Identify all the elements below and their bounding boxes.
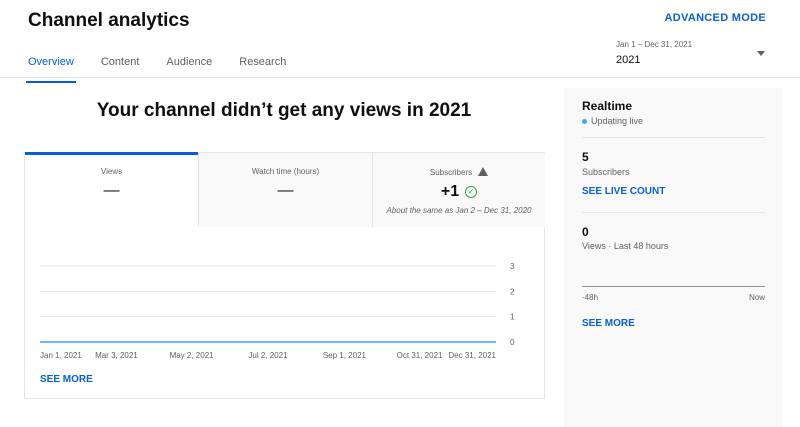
metric-subscribers[interactable]: Subscribers +1 ✓ About the same as Jan 2 … xyxy=(372,153,545,227)
realtime-see-more-button[interactable]: SEE MORE xyxy=(582,318,635,329)
date-range-text: Jan 1 – Dec 31, 2021 xyxy=(616,40,693,49)
chart-x-tick-label: Jan 1, 2021 xyxy=(40,351,82,360)
tab-content[interactable]: Content xyxy=(101,56,140,76)
tab-research[interactable]: Research xyxy=(239,56,286,76)
metric-value: — xyxy=(277,182,294,199)
subscriber-count: 5 xyxy=(582,150,589,164)
metric-views[interactable]: Views — xyxy=(25,152,198,227)
realtime-status-text: Updating live xyxy=(591,116,644,126)
subscriber-label: Subscribers xyxy=(582,167,630,177)
chart-x-tick-label: Oct 31, 2021 xyxy=(397,351,443,360)
header-divider xyxy=(0,77,800,78)
tab-audience[interactable]: Audience xyxy=(166,56,212,76)
metric-value-row: +1 ✓ xyxy=(373,183,545,201)
realtime-chart-axis xyxy=(582,286,765,287)
live-dot-icon xyxy=(582,118,587,124)
realtime-panel: Realtime Updating live 5 Subscribers SEE… xyxy=(564,88,782,427)
chart-x-tick-label: Dec 31, 2021 xyxy=(448,351,496,360)
chart-x-tick-label: Mar 3, 2021 xyxy=(95,351,138,360)
views-chart: 0 1 2 3 Jan 1, 2021 Mar 3, 2021 May 2, 2021 Ju… xyxy=(40,262,515,360)
realtime-status: Updating live xyxy=(582,116,643,126)
page-title: Channel analytics xyxy=(28,10,190,31)
empty-state-headline: Your channel didn’t get any views in 202… xyxy=(96,100,472,121)
realtime-axis-end: Now xyxy=(748,293,765,302)
see-more-button[interactable]: SEE MORE xyxy=(40,374,93,385)
date-range-picker[interactable]: Jan 1 – Dec 31, 2021 2021 xyxy=(616,40,768,68)
chart-y-tick-label: 0 xyxy=(510,338,515,347)
warning-icon[interactable] xyxy=(478,167,489,176)
chart-x-tick-label: May 2, 2021 xyxy=(170,351,215,360)
date-range-value: 2021 xyxy=(616,54,641,66)
metric-label: Views xyxy=(100,167,123,176)
metric-label: Watch time (hours) xyxy=(251,167,320,176)
realtime-views-label: Views · Last 48 hours xyxy=(582,241,669,251)
metric-value: — xyxy=(103,182,120,199)
advanced-mode-button[interactable]: ADVANCED MODE xyxy=(665,12,766,24)
realtime-title: Realtime xyxy=(582,99,633,113)
tab-overview[interactable]: Overview xyxy=(26,56,76,83)
chevron-down-icon xyxy=(757,51,765,56)
divider xyxy=(582,212,765,213)
realtime-axis-start: -48h xyxy=(582,293,599,302)
metric-value: +1 xyxy=(440,183,460,200)
chart-y-tick-label: 3 xyxy=(510,262,515,271)
metric-label: Subscribers xyxy=(429,168,473,177)
metric-watch-time[interactable]: Watch time (hours) — xyxy=(198,153,372,227)
realtime-views-count: 0 xyxy=(582,225,589,239)
check-circle-icon: ✓ xyxy=(465,186,478,198)
divider xyxy=(582,137,765,138)
metric-comparison-note: About the same as Jan 2 – Dec 31, 2020 xyxy=(386,206,532,215)
chart-y-tick-label: 2 xyxy=(510,287,515,296)
chart-y-tick-label: 1 xyxy=(510,313,515,322)
chart-x-tick-label: Sep 1, 2021 xyxy=(323,351,367,360)
tab-bar: Overview Content Audience Research xyxy=(26,56,313,83)
see-live-count-button[interactable]: SEE LIVE COUNT xyxy=(582,186,665,197)
metric-label-row: Subscribers xyxy=(373,167,545,177)
chart-x-tick-label: Jul 2, 2021 xyxy=(248,351,288,360)
overview-card: Views — Watch time (hours) — Subscribers… xyxy=(24,152,545,399)
